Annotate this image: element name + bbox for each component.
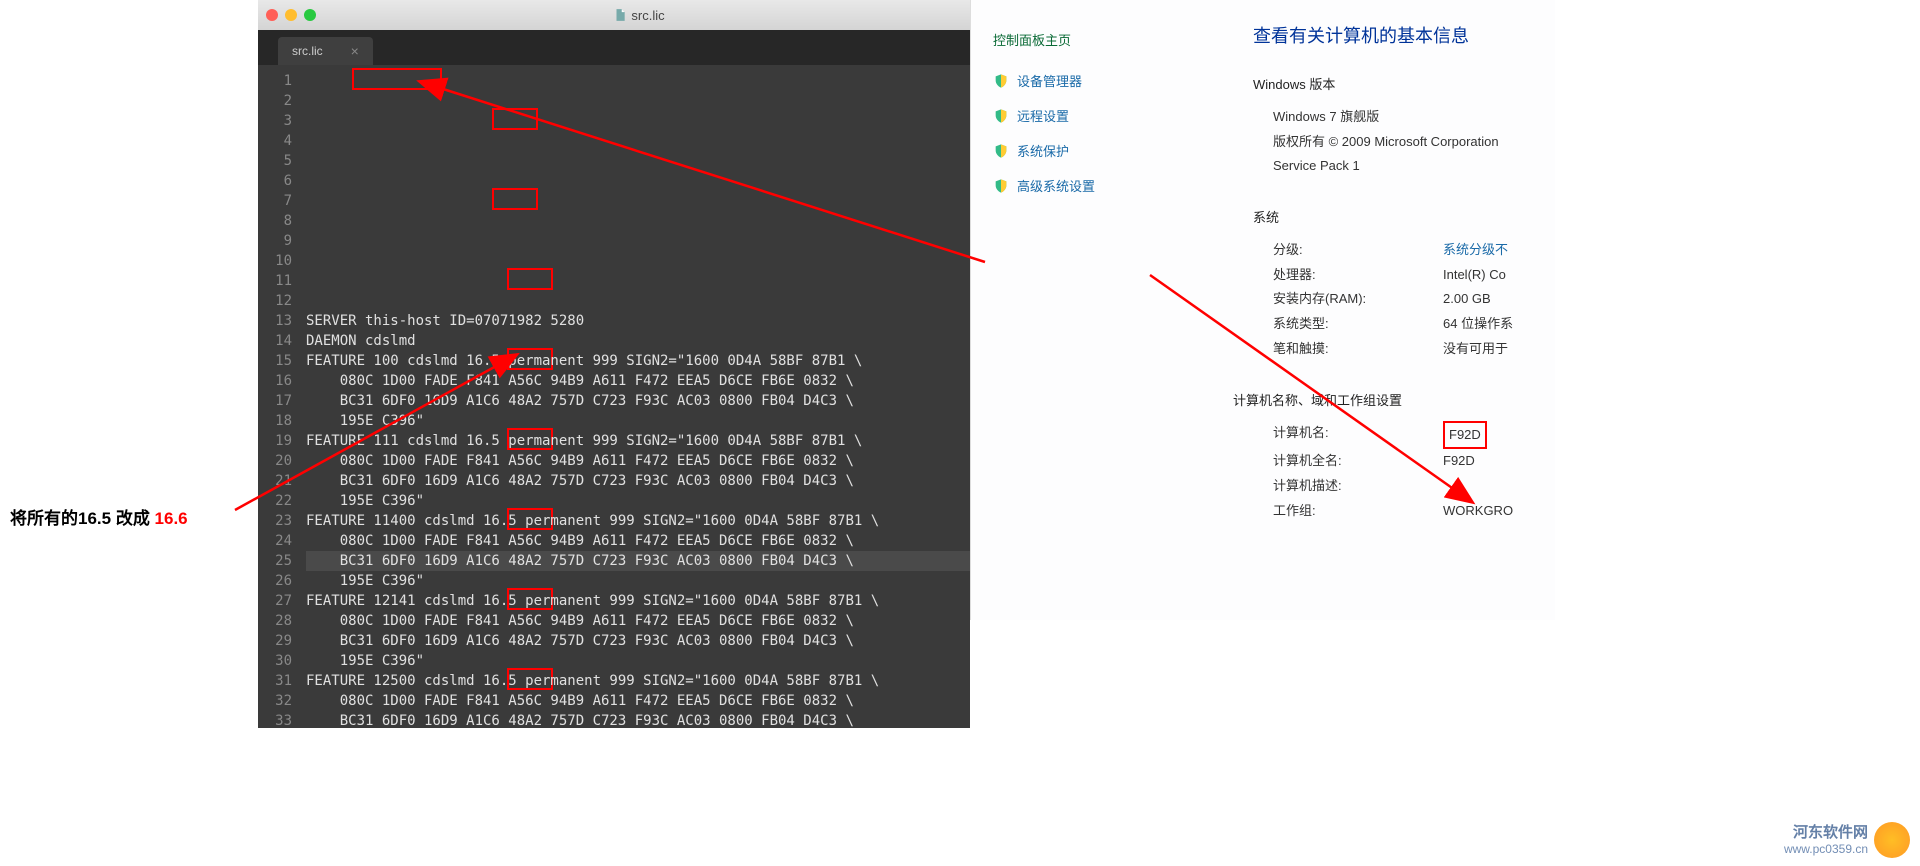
code-line[interactable]: 195E C396" [306,571,970,591]
code-line[interactable]: 080C 1D00 FADE F841 A56C 94B9 A611 F472 … [306,531,970,551]
watermark-url: www.pc0359.cn [1784,842,1868,856]
code-line[interactable]: 195E C396" [306,651,970,671]
highlight-version-2 [492,188,538,210]
cp-main: 查看有关计算机的基本信息 Windows 版本 Windows 7 旗舰版版权所… [1253,22,1553,523]
watermark-name: 河东软件网 [1784,824,1868,842]
window-minimize-button[interactable] [285,9,297,21]
code-line[interactable]: BC31 6DF0 16D9 A1C6 48A2 757D C723 F93C … [306,391,970,411]
system-row: 安装内存(RAM):2.00 GB [1273,287,1553,312]
tab-close-icon[interactable]: × [351,43,359,59]
code-line[interactable]: BC31 6DF0 16D9 A1C6 48A2 757D C723 F93C … [306,551,970,571]
computer-row: 工作组:WORKGRO [1273,499,1553,524]
window-close-button[interactable] [266,9,278,21]
computer-row: 计算机全名:F92D [1273,449,1553,474]
code-line[interactable]: FEATURE 111 cdslmd 16.5 permanent 999 SI… [306,431,970,451]
watermark-logo-icon [1874,822,1910,858]
code-line[interactable]: BC31 6DF0 16D9 A1C6 48A2 757D C723 F93C … [306,631,970,651]
code-line[interactable]: FEATURE 100 cdslmd 16.5 permanent 999 SI… [306,351,970,371]
editor-title-text: src.lic [631,8,664,23]
control-panel-window: 控制面板主页 设备管理器远程设置系统保护高级系统设置 查看有关计算机的基本信息 … [970,0,1555,620]
editor-tab[interactable]: src.lic × [278,37,373,65]
code-line[interactable]: 080C 1D00 FADE F841 A56C 94B9 A611 F472 … [306,611,970,631]
code-line[interactable]: 080C 1D00 FADE F841 A56C 94B9 A611 F472 … [306,691,970,711]
windows-edition-content: Windows 7 旗舰版版权所有 © 2009 Microsoft Corpo… [1273,105,1553,179]
computer-row: 计算机名:F92D [1273,421,1553,450]
cp-sidebar-link[interactable]: 高级系统设置 [993,176,1171,195]
line-number-gutter: 1234567891011121314151617181920212223242… [258,65,300,728]
window-zoom-button[interactable] [304,9,316,21]
shield-icon [993,143,1009,159]
file-icon [613,8,627,22]
cp-main-title: 查看有关计算机的基本信息 [1253,22,1553,48]
cp-sidebar-link[interactable]: 设备管理器 [993,71,1171,90]
cp-sidebar-link[interactable]: 远程设置 [993,106,1171,125]
highlight-this-host [352,68,442,90]
cp-sidebar-link[interactable]: 系统保护 [993,141,1171,160]
system-section-label: 系统 [1253,207,1553,226]
system-row: 分级:系统分级不 [1273,238,1553,263]
tab-label: src.lic [292,44,323,58]
shield-icon [993,108,1009,124]
highlight-version-3 [507,268,553,290]
shield-icon [993,178,1009,194]
computer-section-label: 计算机名称、域和工作组设置 [1233,390,1553,409]
code-line[interactable]: BC31 6DF0 16D9 A1C6 48A2 757D C723 F93C … [306,711,970,728]
editor-tabbar: src.lic × [258,30,970,65]
code-line[interactable]: DAEMON cdslmd [306,331,970,351]
system-row: 处理器:Intel(R) Co [1273,263,1553,288]
code-line[interactable]: BC31 6DF0 16D9 A1C6 48A2 757D C723 F93C … [306,471,970,491]
code-line[interactable]: FEATURE 11400 cdslmd 16.5 permanent 999 … [306,511,970,531]
shield-icon [993,73,1009,89]
watermark: 河东软件网 www.pc0359.cn [1784,822,1910,858]
text-editor-window: src.lic src.lic × 1234567891011121314151… [258,0,970,728]
editor-titlebar: src.lic [258,0,970,30]
windows-edition-label: Windows 版本 [1253,74,1553,93]
system-row: 笔和触摸:没有可用于 [1273,337,1553,362]
code-line[interactable]: FEATURE 12500 cdslmd 16.5 permanent 999 … [306,671,970,691]
code-line[interactable]: 195E C396" [306,411,970,431]
code-line[interactable]: SERVER this-host ID=07071982 5280 [306,311,970,331]
code-line[interactable]: 080C 1D00 FADE F841 A56C 94B9 A611 F472 … [306,371,970,391]
cp-sidebar: 控制面板主页 设备管理器远程设置系统保护高级系统设置 [971,0,1171,211]
code-line[interactable]: 195E C396" [306,491,970,511]
callout-replace-version: 将所有的16.5 改成 16.6 [10,504,188,529]
cp-sidebar-title: 控制面板主页 [993,30,1171,49]
highlight-version-1 [492,108,538,130]
code-content[interactable]: SERVER this-host ID=07071982 5280DAEMON … [300,65,970,728]
system-row: 系统类型:64 位操作系 [1273,312,1553,337]
code-line[interactable]: FEATURE 12141 cdslmd 16.5 permanent 999 … [306,591,970,611]
code-line[interactable]: 080C 1D00 FADE F841 A56C 94B9 A611 F472 … [306,451,970,471]
computer-row: 计算机描述: [1273,474,1553,499]
code-area[interactable]: 1234567891011121314151617181920212223242… [258,65,970,728]
